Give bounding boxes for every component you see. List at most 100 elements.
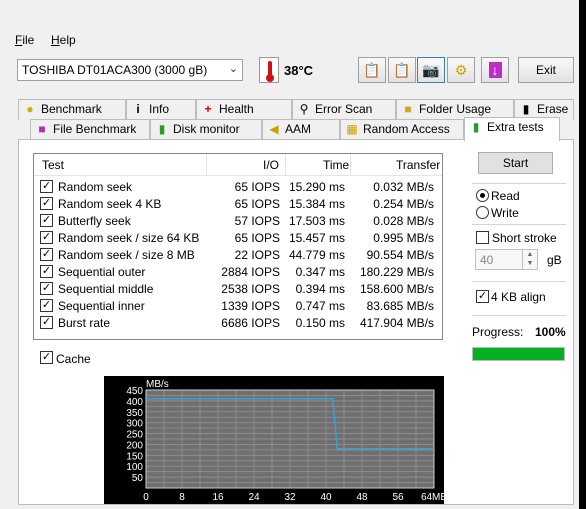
exit-button[interactable]: Exit <box>518 57 574 83</box>
header-io[interactable]: I/O <box>263 158 279 172</box>
tab-random-access[interactable]: ▦ Random Access <box>340 119 464 140</box>
tab-disk-monitor[interactable]: ▮ Disk monitor <box>150 119 262 140</box>
monitor-chart-icon: ▮ <box>158 122 166 136</box>
short-stroke-checkbox[interactable] <box>476 231 489 244</box>
y-tick-label: 200 <box>126 440 143 451</box>
tab-file-benchmark[interactable]: ■ File Benchmark <box>30 119 150 140</box>
cell-test: Sequential outer <box>58 265 146 279</box>
cell-test: Sequential inner <box>58 299 145 313</box>
stroke-size-spinner[interactable]: 40 ▲ ▼ <box>475 249 538 270</box>
cell-test: Random seek / size 8 MB <box>58 248 195 262</box>
copy-icon: 📋 <box>363 61 381 78</box>
x-tick-label: 48 <box>356 492 368 503</box>
transfer-chart-frame: MB/s 450 400 350 300 250 200 150 100 50 0 8 16 24 32 40… <box>104 376 447 504</box>
row-checkbox[interactable]: ✓ <box>40 282 53 295</box>
cell-time: 15.457 ms <box>288 231 345 245</box>
header-time[interactable]: Time <box>323 158 349 172</box>
write-label: Write <box>491 206 519 220</box>
row-checkbox[interactable]: ✓ <box>40 265 53 278</box>
cell-time: 44.779 ms <box>288 248 345 262</box>
progress-fill <box>473 348 564 360</box>
table-row[interactable]: ✓ Sequential inner 1339 IOPS 0.747 ms 83.685… <box>34 297 442 314</box>
drive-select[interactable]: TOSHIBA DT01ACA300 (3000 gB) ⌄ <box>17 59 243 81</box>
progress-percent: 100% <box>535 325 566 339</box>
y-axis-label: MB/s <box>146 379 169 390</box>
options-button[interactable]: ⚙ <box>447 57 475 83</box>
screenshot-button[interactable]: 📷 <box>417 57 445 83</box>
random-access-icon: ▦ <box>346 122 358 136</box>
table-row[interactable]: ✓ Burst rate 6686 IOPS 0.150 ms 417.904 MB/s <box>34 314 442 331</box>
y-tick-label: 100 <box>126 462 143 473</box>
cell-transfer: 83.685 MB/s <box>366 299 434 313</box>
divider <box>472 281 566 282</box>
table-row[interactable]: ✓ Sequential middle 2538 IOPS 0.394 ms 158.6… <box>34 280 442 297</box>
table-row[interactable]: ✓ Random seek / size 8 MB 22 IOPS 44.779 ms… <box>34 246 442 263</box>
cache-checkbox[interactable]: ✓ <box>40 351 53 364</box>
row-checkbox[interactable]: ✓ <box>40 197 53 210</box>
save-button[interactable]: ↓ <box>481 57 509 83</box>
cell-test: Random seek / size 64 KB <box>58 231 200 245</box>
temperature-readout: 38°C <box>284 63 314 78</box>
row-checkbox[interactable]: ✓ <box>40 180 53 193</box>
tab-error-scan[interactable]: ⚲ Error Scan <box>292 99 396 120</box>
x-tick-label: 0 <box>143 492 149 503</box>
cell-io: 65 IOPS <box>234 197 280 211</box>
menu-bar: File Help <box>0 30 579 50</box>
menu-file[interactable]: File <box>15 33 34 47</box>
results-table: Test I/O Time Transfer ✓ Random seek 65 IO… <box>33 153 443 340</box>
options-icon: ⚙ <box>454 61 468 78</box>
cell-transfer: 0.028 MB/s <box>373 214 434 228</box>
menu-help[interactable]: Help <box>51 33 76 47</box>
extra-tests-icon: ▮ <box>472 120 480 134</box>
cell-time: 0.394 ms <box>295 282 345 296</box>
cell-time: 0.747 ms <box>295 299 345 313</box>
cell-test: Butterfly seek <box>58 214 131 228</box>
copy-all-button[interactable]: 📋 <box>388 57 416 83</box>
x-tick-label: 8 <box>179 492 185 503</box>
align-checkbox[interactable]: ✓ <box>476 290 489 303</box>
cell-transfer: 90.554 MB/s <box>366 248 434 262</box>
read-radio[interactable] <box>476 189 489 202</box>
tab-health[interactable]: + Health <box>196 99 292 120</box>
row-checkbox[interactable]: ✓ <box>40 231 53 244</box>
cell-time: 17.503 ms <box>288 214 345 228</box>
row-checkbox[interactable]: ✓ <box>40 299 53 312</box>
spinner-arrows-icon[interactable]: ▲ ▼ <box>522 250 537 269</box>
align-label: 4 KB align <box>491 290 546 304</box>
progress-label: Progress: <box>472 325 524 339</box>
y-tick-label: 350 <box>126 408 143 419</box>
table-row[interactable]: ✓ Butterfly seek 57 IOPS 17.503 ms 0.028 MB/… <box>34 212 442 229</box>
tab-extra-tests[interactable]: ▮ Extra tests <box>464 117 560 141</box>
table-row[interactable]: ✓ Sequential outer 2884 IOPS 0.347 ms 180.22… <box>34 263 442 280</box>
tab-info[interactable]: i Info <box>126 99 196 120</box>
table-row[interactable]: ✓ Random seek / size 64 KB 65 IOPS 15.457 m… <box>34 229 442 246</box>
header-transfer[interactable]: Transfer <box>396 158 440 172</box>
app-window: File Help TOSHIBA DT01ACA300 (3000 gB) ⌄… <box>0 0 579 509</box>
speaker-icon: ◀ <box>269 122 279 136</box>
row-checkbox[interactable]: ✓ <box>40 214 53 227</box>
header-test[interactable]: Test <box>42 158 64 172</box>
y-tick-label: 450 <box>126 386 143 397</box>
cell-transfer: 0.032 MB/s <box>373 180 434 194</box>
toolbar: TOSHIBA DT01ACA300 (3000 gB) ⌄ 38°C 📋 📋 … <box>0 54 579 90</box>
table-row[interactable]: ✓ Random seek 4 KB 65 IOPS 15.384 ms 0.254 M… <box>34 195 442 212</box>
cell-time: 0.347 ms <box>295 265 345 279</box>
table-row[interactable]: ✓ Random seek 65 IOPS 15.290 ms 0.032 MB/s <box>34 178 442 195</box>
row-checkbox[interactable]: ✓ <box>40 248 53 261</box>
row-checkbox[interactable]: ✓ <box>40 316 53 329</box>
cell-io: 2884 IOPS <box>221 265 280 279</box>
health-icon: + <box>204 102 212 116</box>
write-radio[interactable] <box>476 206 489 219</box>
divider <box>472 224 566 225</box>
cell-io: 2538 IOPS <box>221 282 280 296</box>
y-tick-label: 300 <box>126 419 143 430</box>
cell-transfer: 180.229 MB/s <box>359 265 434 279</box>
x-tick-label: 32 <box>284 492 296 503</box>
tab-benchmark[interactable]: ● Benchmark <box>18 99 126 120</box>
start-button[interactable]: Start <box>478 152 553 174</box>
file-benchmark-icon: ■ <box>38 122 46 136</box>
tab-aam[interactable]: ◀ AAM <box>262 119 340 140</box>
y-tick-label: 50 <box>132 473 144 484</box>
copy-button[interactable]: 📋 <box>358 57 386 83</box>
cell-io: 1339 IOPS <box>221 299 280 313</box>
